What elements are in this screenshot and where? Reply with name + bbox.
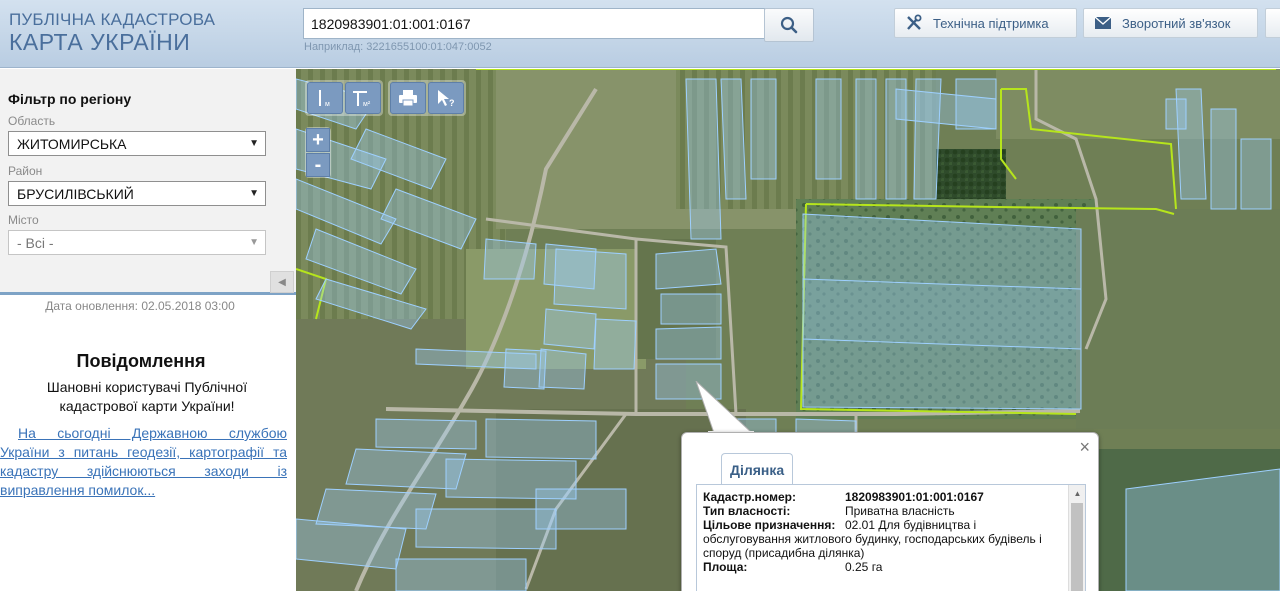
district-select[interactable]: БРУСИЛІВСЬКИЙ ▼ — [8, 181, 266, 206]
collapse-sidebar-button[interactable]: ◀ — [270, 271, 294, 293]
close-icon: × — [1079, 437, 1090, 457]
close-popup-button[interactable]: × — [1079, 438, 1090, 456]
table-row: Кадастр.номер: 1820983901:01:001:0167 — [703, 490, 1063, 504]
identify-button[interactable]: ? — [428, 82, 464, 114]
table-row: обслуговування житлового будинку, господ… — [703, 532, 1063, 560]
feedback-label: Зворотний зв'язок — [1122, 15, 1231, 31]
measure-toolbar: м м² — [305, 80, 383, 116]
notice-title: Повідомлення — [76, 351, 206, 371]
region-filter: Фільтр по регіону Область ЖИТОМИРСЬКА ▼ … — [0, 69, 296, 295]
region-select[interactable]: ЖИТОМИРСЬКА ▼ — [8, 131, 266, 156]
chevron-left-icon: ◀ — [278, 276, 286, 288]
header: ПУБЛІЧНА КАДАСТРОВА КАРТА УКРАЇНИ Наприк… — [0, 0, 1280, 68]
cadastral-number-key: Кадастр.номер: — [703, 490, 796, 504]
tech-support-label: Технічна підтримка — [933, 15, 1049, 31]
header-extra-button[interactable] — [1265, 8, 1280, 38]
search-icon — [780, 16, 798, 34]
dropdown-arrow-icon: ▼ — [249, 188, 259, 199]
region-value: ЖИТОМИРСЬКА — [17, 136, 127, 152]
city-value: - Всі - — [17, 235, 54, 251]
mail-icon — [1094, 16, 1112, 29]
measure-line-button[interactable]: м — [307, 82, 343, 114]
wrench-icon — [907, 14, 922, 30]
logo[interactable]: ПУБЛІЧНА КАДАСТРОВА КАРТА УКРАЇНИ — [9, 11, 215, 54]
tab-parcel[interactable]: Ділянка — [721, 453, 794, 485]
purpose-value: 02.01 Для будівництва і — [845, 518, 977, 532]
filter-title: Фільтр по регіону — [8, 91, 132, 107]
cadastral-search-input[interactable] — [303, 8, 765, 39]
table-row: Тип власності: Приватна власність — [703, 504, 1063, 518]
popup-scrollbar[interactable]: ▲ — [1068, 485, 1085, 591]
ownership-type-key: Тип власності: — [703, 504, 791, 518]
map[interactable]: м м² ? + - × Ділянка Кадастр.номер: 1820… — [296, 69, 1280, 591]
logo-line2: КАРТА УКРАЇНИ — [9, 29, 191, 55]
print-icon — [399, 90, 417, 107]
parcel-info-popup: × Ділянка Кадастр.номер: 1820983901:01:0… — [681, 432, 1099, 591]
measure-line-icon: м — [319, 90, 330, 108]
area-key: Площа: — [703, 560, 748, 574]
measure-area-button[interactable]: м² — [345, 82, 381, 114]
svg-text:м: м — [325, 101, 330, 108]
dropdown-arrow-icon: ▼ — [249, 237, 259, 248]
parcel-info-panel: Кадастр.номер: 1820983901:01:001:0167 Ти… — [696, 484, 1086, 591]
tech-support-button[interactable]: Технічна підтримка — [894, 8, 1077, 38]
scroll-thumb[interactable] — [1071, 503, 1083, 591]
purpose-key: Цільове призначення: — [703, 518, 836, 532]
table-row: Площа: 0.25 га — [703, 560, 1063, 574]
sidebar: Фільтр по регіону Область ЖИТОМИРСЬКА ▼ … — [0, 69, 296, 591]
logo-line1: ПУБЛІЧНА КАДАСТРОВА — [9, 10, 216, 29]
zoom-control: + - — [305, 127, 331, 178]
purpose-value-cont: обслуговування житлового будинку, господ… — [703, 532, 1042, 560]
update-date: Дата оновлення: 02.05.2018 03:00 — [45, 299, 235, 313]
dropdown-arrow-icon: ▼ — [249, 138, 259, 149]
ownership-type-value: Приватна власність — [845, 504, 955, 518]
zoom-out-button[interactable]: - — [306, 153, 330, 177]
district-value: БРУСИЛІВСЬКИЙ — [17, 186, 134, 202]
svg-text:м²: м² — [363, 101, 371, 108]
notice-link[interactable]: На сьогодні Державною службою України з … — [0, 424, 287, 500]
svg-text:?: ? — [449, 98, 455, 108]
city-select[interactable]: - Всі - ▼ — [8, 230, 266, 255]
zoom-in-button[interactable]: + — [306, 128, 330, 152]
print-identify-toolbar: ? — [388, 80, 466, 116]
measure-area-icon: м² — [353, 91, 371, 108]
print-button[interactable] — [390, 82, 426, 114]
search-hint: Наприклад: 3221655100:01:047:0052 — [304, 41, 492, 53]
area-value: 0.25 га — [845, 560, 883, 574]
identify-icon: ? — [438, 90, 455, 108]
feedback-button[interactable]: Зворотний зв'язок — [1083, 8, 1258, 38]
region-label: Область — [8, 114, 56, 128]
search-button[interactable] — [764, 8, 814, 42]
city-label: Місто — [8, 213, 39, 227]
district-label: Район — [8, 164, 43, 178]
scroll-up-icon[interactable]: ▲ — [1069, 485, 1085, 502]
notice-text: Шановні користувачі Публічної кадастрово… — [46, 379, 248, 414]
parcel-info-table: Кадастр.номер: 1820983901:01:001:0167 Ти… — [703, 490, 1063, 574]
cadastral-number-value: 1820983901:01:001:0167 — [845, 490, 984, 504]
table-row: Цільове призначення: 02.01 Для будівницт… — [703, 518, 1063, 532]
